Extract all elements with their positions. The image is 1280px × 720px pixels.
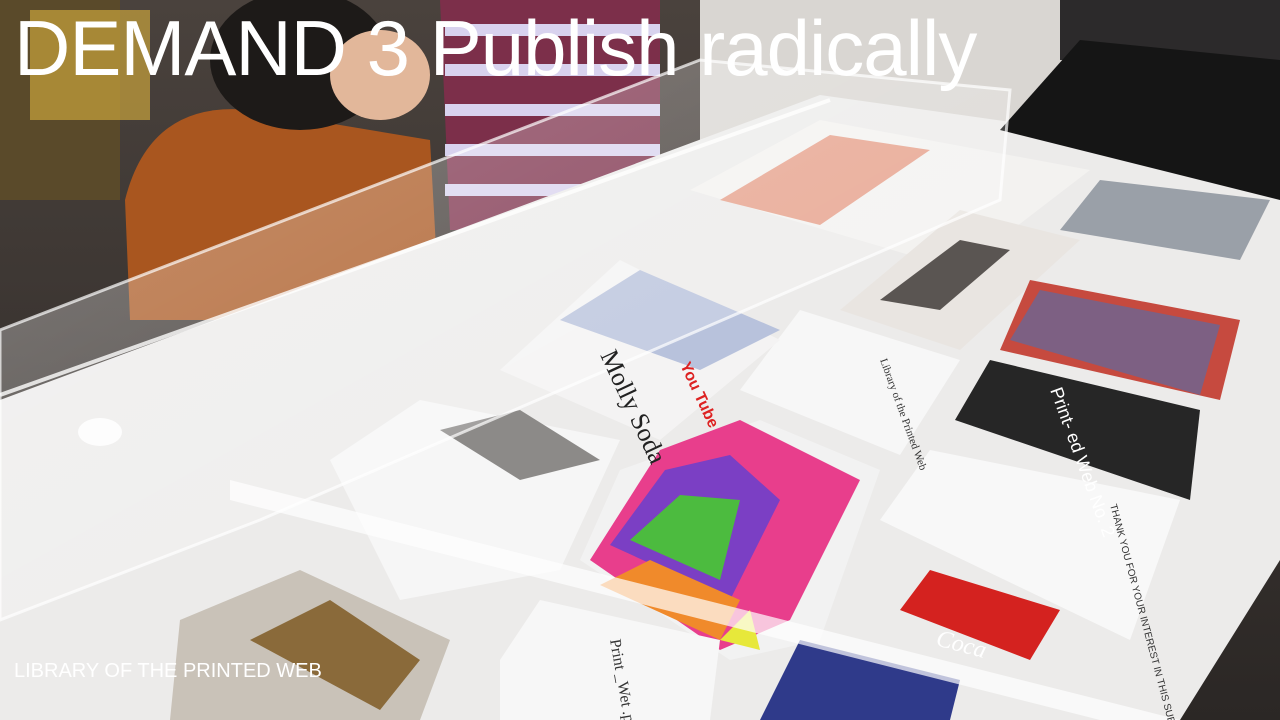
exhibition-photo: Molly Soda You Tube Library of the Print… — [0, 0, 1280, 720]
light-reflection — [78, 418, 122, 446]
slide-title: DEMAND 3 Publish radically — [14, 4, 977, 92]
slide-caption: LIBRARY OF THE PRINTED WEB — [14, 660, 322, 682]
